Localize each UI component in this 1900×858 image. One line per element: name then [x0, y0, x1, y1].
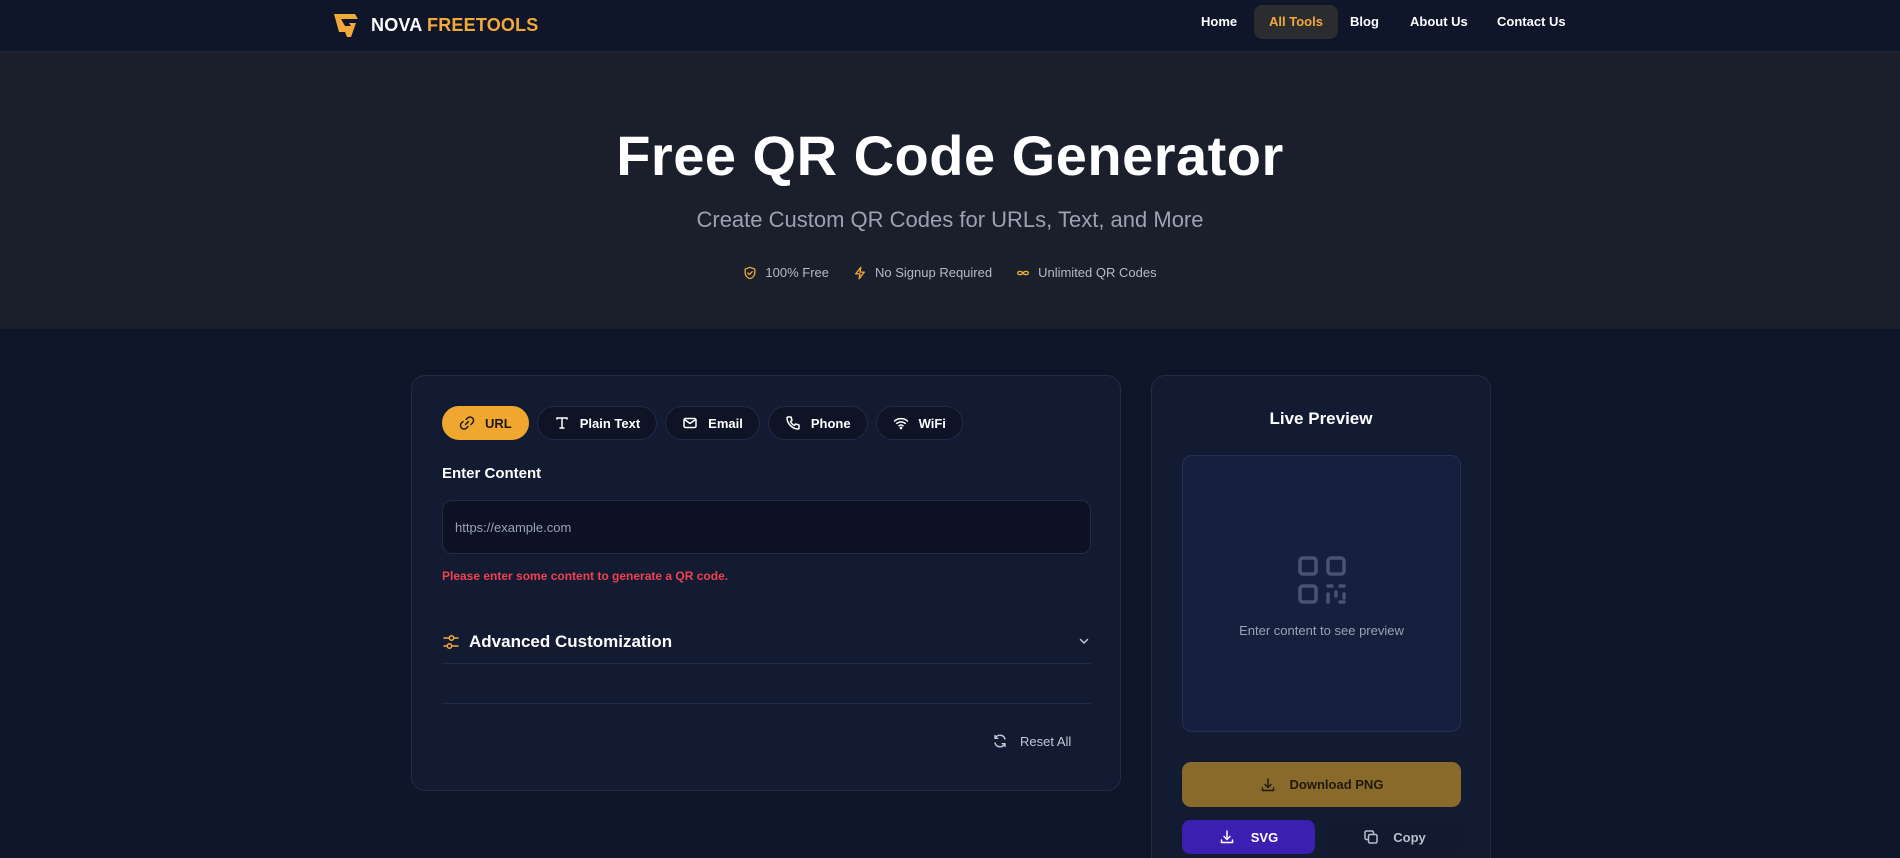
link-icon [459, 416, 475, 430]
enter-content-label: Enter Content [442, 465, 542, 482]
copy-label: Copy [1393, 829, 1426, 845]
preview-hint: Enter content to see preview [1239, 623, 1404, 638]
hero-section: Free QR Code Generator Create Custom QR … [0, 52, 1900, 329]
tab-wifi[interactable]: WiFi [875, 406, 963, 440]
download-icon [1220, 830, 1234, 844]
validation-error: Please enter some content to generate a … [442, 569, 729, 583]
badge-unlimited-label: Unlimited QR Codes [1038, 265, 1157, 280]
live-preview-title: Live Preview [1269, 409, 1373, 428]
chevron-down-icon [1079, 638, 1089, 644]
download-png-button[interactable]: Download PNG [1182, 762, 1461, 807]
copy-button[interactable]: Copy [1328, 820, 1461, 854]
nav-contact-us[interactable]: Contact Us [1482, 5, 1581, 39]
reset-all-button[interactable]: Reset All [992, 733, 1071, 749]
badge-no-signup: No Signup Required [853, 265, 992, 280]
tab-email[interactable]: Email [665, 406, 760, 440]
page-subtitle: Create Custom QR Codes for URLs, Text, a… [696, 207, 1204, 232]
content-input[interactable] [442, 500, 1091, 554]
tab-url-label: URL [485, 415, 512, 431]
download-svg-button[interactable]: SVG [1182, 820, 1315, 854]
content-type-tabs: URL Plain Text Email Phone WiFi [442, 406, 963, 440]
nav-about-us[interactable]: About Us [1395, 5, 1483, 39]
nav-all-tools[interactable]: All Tools [1254, 5, 1338, 39]
phone-icon [786, 416, 800, 430]
bolt-icon [854, 266, 866, 279]
nav-home[interactable]: Home [1186, 5, 1252, 39]
qr-preview-area: Enter content to see preview [1182, 455, 1461, 732]
infinity-icon [1017, 270, 1029, 275]
page-title: Free QR Code Generator [616, 124, 1284, 187]
qr-code-icon [1298, 556, 1346, 604]
badge-no-signup-label: No Signup Required [875, 265, 993, 280]
reset-all-label: Reset All [1020, 733, 1072, 749]
main-nav: Home All Tools Blog About Us Contact Us [0, 5, 1900, 39]
feature-badges: 100% Free No Signup Required Unlimited Q… [0, 265, 1900, 280]
tab-plain-text[interactable]: Plain Text [536, 406, 658, 440]
text-t-icon [555, 417, 568, 429]
badge-free: 100% Free [743, 265, 829, 280]
wifi-icon [893, 417, 908, 430]
tab-url[interactable]: URL [442, 406, 529, 440]
shield-check-icon [744, 266, 756, 279]
section-divider [442, 703, 1091, 704]
qr-generator-card: URL Plain Text Email Phone WiFi Enter Co… [411, 375, 1121, 791]
tab-phone[interactable]: Phone [767, 406, 868, 440]
nav-blog[interactable]: Blog [1335, 5, 1394, 39]
live-preview-card: Live Preview Enter content to see previe… [1151, 375, 1491, 858]
tab-plain-text-label: Plain Text [579, 415, 641, 431]
badge-free-label: 100% Free [765, 265, 829, 280]
sliders-icon [443, 635, 459, 649]
copy-icon [1364, 830, 1378, 844]
advanced-customization-toggle[interactable]: Advanced Customization [442, 621, 1091, 664]
tab-wifi-label: WiFi [918, 415, 946, 431]
badge-unlimited: Unlimited QR Codes [1016, 265, 1157, 280]
download-svg-label: SVG [1250, 829, 1279, 845]
download-icon [1261, 777, 1274, 791]
refresh-icon [994, 734, 1006, 748]
top-navbar: NOVA FREETOOLS Home All Tools Blog About… [0, 0, 1900, 52]
tab-email-label: Email [708, 415, 743, 431]
download-png-label: Download PNG [1289, 777, 1384, 792]
advanced-customization-title: Advanced Customization [469, 632, 673, 651]
tab-phone-label: Phone [810, 415, 851, 431]
mail-icon [683, 417, 697, 429]
